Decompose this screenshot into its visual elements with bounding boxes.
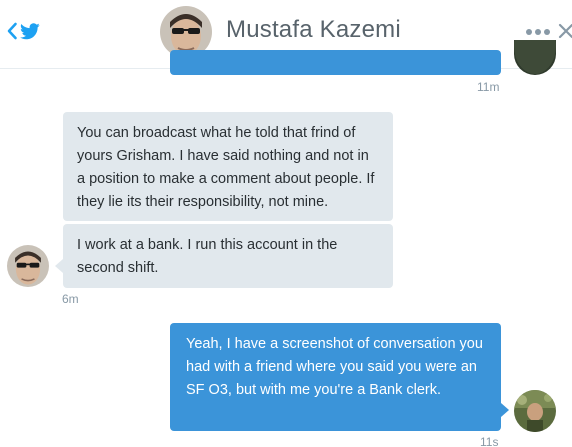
more-dots-icon: [544, 29, 550, 35]
own-avatar[interactable]: [514, 390, 556, 432]
avatar-photo: [7, 245, 49, 287]
more-options-button[interactable]: [526, 22, 550, 42]
chevron-left-icon: [7, 22, 17, 40]
message-text: I work at a bank. I run this account in …: [77, 237, 338, 276]
message-bubble-incoming[interactable]: You can broadcast what he told that frin…: [63, 112, 393, 221]
message-timestamp: 11m: [477, 80, 500, 94]
avatar-photo: [514, 40, 556, 75]
close-icon: [558, 23, 572, 39]
more-dots-icon: [526, 29, 532, 35]
message-text: Yeah, I have a screenshot of conversatio…: [186, 336, 483, 398]
sender-avatar[interactable]: [7, 245, 49, 287]
message-bubble-outgoing[interactable]: [170, 50, 501, 75]
message-text: You can broadcast what he told that frin…: [77, 125, 375, 210]
message-bubble-outgoing[interactable]: Yeah, I have a screenshot of conversatio…: [170, 323, 501, 431]
bubble-tail: [55, 259, 63, 273]
back-button[interactable]: [6, 20, 40, 42]
conversation-title: Mustafa Kazemi: [226, 16, 401, 43]
more-dots-icon: [535, 29, 541, 35]
bubble-tail: [501, 403, 509, 417]
message-bubble-incoming[interactable]: I work at a bank. I run this account in …: [63, 224, 393, 288]
twitter-bird-icon: [20, 22, 40, 39]
sender-avatar[interactable]: [514, 40, 556, 75]
close-button[interactable]: [558, 22, 572, 40]
dm-conversation-window: Mustafa Kazemi 11m You can broadcast wha…: [0, 0, 572, 447]
message-timestamp: 11s: [480, 435, 499, 447]
message-timestamp: 6m: [62, 292, 79, 306]
avatar-photo: [514, 390, 556, 432]
